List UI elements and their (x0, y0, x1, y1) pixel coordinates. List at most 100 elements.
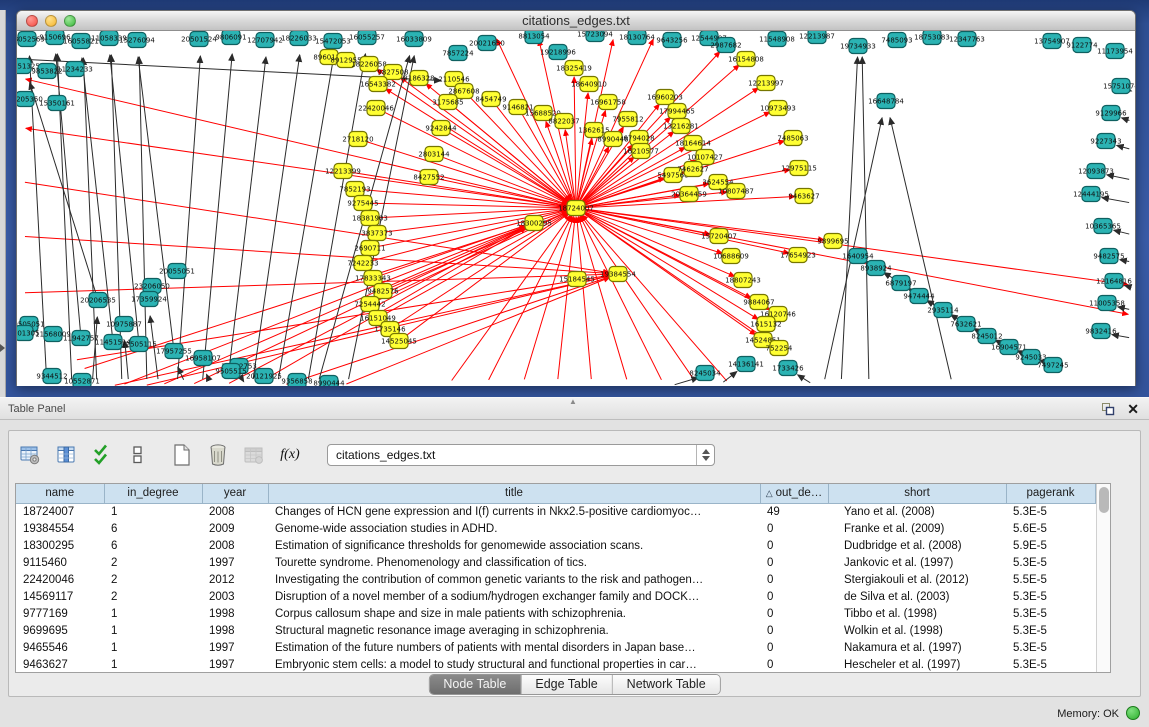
graph-node[interactable]: 9806091 (215, 31, 246, 45)
table-selector-dropdown[interactable]: citations_edges.txt (327, 444, 715, 466)
graph-node[interactable]: 14136141 (728, 357, 764, 372)
graph-node[interactable]: 19218996 (540, 45, 576, 60)
graph-node[interactable]: 16154808 (728, 52, 764, 67)
table-scrollbar-thumb[interactable] (1099, 487, 1109, 513)
function-builder-icon[interactable]: f(x) (277, 441, 303, 469)
graph-node[interactable]: 7485093 (881, 33, 912, 48)
graph-node[interactable]: 11548908 (759, 32, 795, 47)
graph-node[interactable]: 12347763 (949, 32, 985, 47)
column-header-in-degree[interactable]: in_degree (104, 484, 202, 503)
memory-status-indicator[interactable] (1126, 706, 1140, 720)
column-header-pagerank[interactable]: pagerank (1006, 484, 1095, 503)
import-table-icon[interactable] (241, 441, 267, 469)
select-all-icon[interactable] (89, 441, 115, 469)
graph-node[interactable]: 18753083 (914, 31, 950, 45)
graph-node[interactable]: 9122774 (1066, 38, 1098, 53)
graph-node[interactable]: 20206535 (80, 293, 116, 308)
graph-node[interactable]: 16961758 (590, 95, 626, 110)
table-row[interactable]: 1830029562008Estimation of significance … (16, 537, 1095, 554)
graph-node[interactable]: 2718120 (342, 132, 373, 147)
table-row[interactable]: 1872400712008Changes of HCN gene express… (16, 503, 1095, 520)
graph-node[interactable]: 18130764 (619, 31, 655, 45)
table-scrollbar[interactable] (1096, 484, 1111, 672)
table-row[interactable]: 911546021997Tourette syndrome. Phenomeno… (16, 554, 1095, 571)
column-header-short[interactable]: short (828, 484, 1006, 503)
graph-node[interactable]: 9832416 (1085, 324, 1117, 339)
graph-node[interactable]: 15472053 (315, 34, 351, 49)
graph-node[interactable]: 7485063 (777, 131, 808, 146)
graph-node[interactable]: 9899695 (817, 234, 848, 249)
graph-node[interactable]: 16648784 (868, 94, 904, 109)
graph-node[interactable]: 17994465 (659, 104, 695, 119)
splitter-grip[interactable]: ▲ (569, 397, 577, 406)
graph-node[interactable]: 20021650 (469, 36, 505, 51)
graph-node[interactable]: 9463627 (788, 189, 819, 204)
graph-node[interactable]: 9242844 (425, 121, 457, 136)
graph-node[interactable]: 2690711 (354, 241, 385, 256)
graph-node[interactable]: 12093873 (1078, 164, 1114, 179)
graph-node[interactable]: 7955812 (612, 112, 643, 127)
graph-node[interactable]: 8245034 (689, 366, 721, 381)
table-settings-icon[interactable] (17, 441, 43, 469)
graph-node[interactable]: 12707942 (247, 33, 283, 48)
graph-node[interactable]: 13754907 (1034, 34, 1070, 49)
graph-node[interactable]: 9344512 (36, 369, 67, 384)
graph-node[interactable]: 12444195 (1073, 187, 1109, 202)
graph-node[interactable]: 16033809 (396, 32, 432, 47)
graph-node[interactable]: 20364459 (671, 187, 707, 202)
table-row[interactable]: 946362711997Embryonic stem cells: a mode… (16, 656, 1095, 673)
table-row[interactable]: 946554611997Estimation of the future num… (16, 639, 1095, 656)
column-header-title[interactable]: title (268, 484, 760, 503)
table-row[interactable]: 977716911998Corpus callosum shape and si… (16, 605, 1095, 622)
graph-node[interactable]: 18640910 (571, 77, 607, 92)
graph-node[interactable]: 16960203 (647, 90, 683, 105)
tab-network-table[interactable]: Network Table (612, 675, 720, 694)
graph-node[interactable]: 20121925 (246, 369, 282, 384)
graph-node[interactable]: 10973493 (760, 101, 796, 116)
graph-node[interactable]: 22420046 (358, 101, 394, 116)
graph-node[interactable]: 11173954 (1097, 44, 1133, 59)
graph-node[interactable]: 18164614 (675, 136, 711, 151)
graph-node[interactable]: 7857224 (442, 46, 474, 61)
delete-table-icon[interactable] (205, 441, 231, 469)
table-row[interactable]: 1456911722003Disruption of a novel membe… (16, 588, 1095, 605)
graph-node[interactable]: 18325419 (556, 61, 592, 76)
close-panel-icon[interactable]: ✕ (1127, 401, 1139, 417)
network-window-titlebar[interactable]: citations_edges.txt (17, 11, 1135, 31)
graph-node[interactable]: 15350161 (39, 96, 75, 111)
graph-node[interactable]: 9643256 (656, 33, 688, 48)
graph-node[interactable]: 10552871 (64, 374, 100, 387)
graph-node[interactable]: 19734933 (840, 39, 876, 54)
graph-node[interactable]: 8427552 (413, 170, 444, 185)
graph-node[interactable]: 7632621 (950, 317, 981, 332)
table-row[interactable]: 2242004622012Investigating the contribut… (16, 571, 1095, 588)
table-row[interactable]: 969969511998Structural magnetic resonanc… (16, 622, 1095, 639)
graph-node[interactable]: 16055257 (349, 31, 385, 45)
graph-node[interactable]: 1733426 (772, 361, 804, 376)
graph-node[interactable]: 7242233 (347, 256, 378, 271)
graph-node[interactable]: 15723094 (577, 31, 613, 42)
graph-node[interactable]: 16210577 (623, 144, 659, 159)
graph-node[interactable]: 8990444 (313, 376, 345, 387)
graph-node[interactable]: 2935114 (927, 303, 959, 318)
float-panel-icon[interactable] (1101, 402, 1115, 416)
column-visibility-icon[interactable] (53, 441, 79, 469)
graph-node[interactable]: 9227343 (1090, 134, 1121, 149)
column-header-year[interactable]: year (202, 484, 268, 503)
graph-node[interactable]: 15751074 (1103, 79, 1135, 94)
graph-node[interactable]: 10688609 (713, 249, 749, 264)
graph-node[interactable]: 8813054 (518, 31, 550, 44)
table-row[interactable]: 1938455462009Genome-wide association stu… (16, 520, 1095, 537)
network-canvas[interactable]: 1805256991506961605582111058339152760942… (17, 31, 1135, 386)
graph-node[interactable]: 9356858 (281, 374, 312, 387)
graph-node[interactable]: 9275445 (347, 196, 378, 211)
graph-node[interactable]: 9482575 (1093, 249, 1124, 264)
graph-node[interactable]: 15184545 (559, 272, 595, 287)
graph-node[interactable]: 7852193 (339, 182, 370, 197)
graph-node[interactable]: 20501524 (181, 32, 217, 47)
graph-node[interactable]: 18226033 (281, 31, 317, 46)
column-header-out-de[interactable]: △out_de… (760, 484, 828, 503)
new-table-icon[interactable] (169, 441, 195, 469)
graph-node[interactable]: 17359924 (131, 292, 167, 307)
column-header-name[interactable]: name (16, 484, 104, 503)
